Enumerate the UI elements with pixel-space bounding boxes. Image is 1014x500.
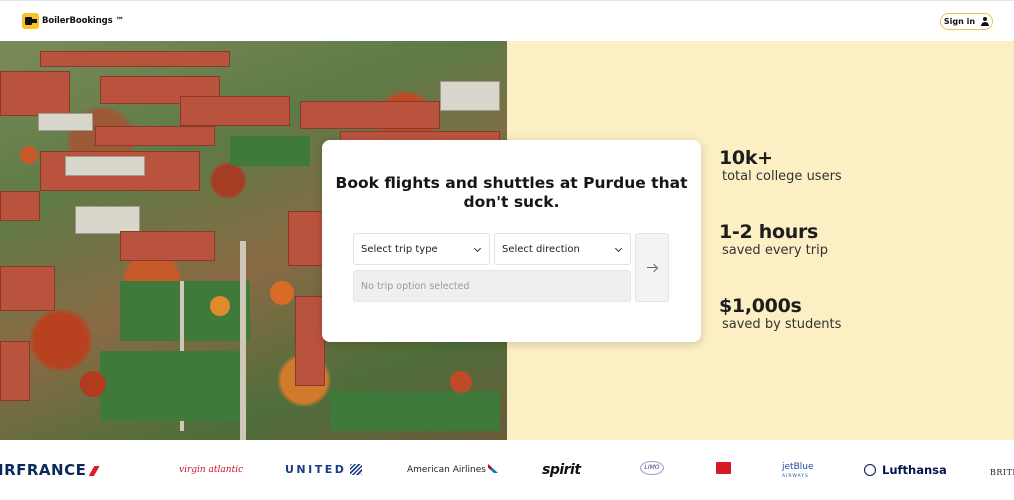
logo-icon: [22, 13, 39, 29]
trip-type-select[interactable]: Select trip type: [353, 233, 490, 265]
airline-partners-strip: IRFRANCE virgin atlantic UNITED American…: [0, 440, 1014, 500]
lufthansa-logo: Lufthansa: [864, 462, 947, 478]
user-icon: [981, 17, 990, 26]
top-nav: BoilerBookings ™ Sign in: [0, 0, 1014, 41]
airfrance-logo: IRFRANCE: [0, 462, 102, 478]
brand-logo[interactable]: BoilerBookings ™: [22, 13, 124, 29]
booking-card: Book flights and shuttles at Purdue that…: [322, 140, 701, 342]
stat-value: 10k+: [719, 147, 773, 169]
direction-value: Select direction: [502, 243, 580, 255]
sign-in-button[interactable]: Sign in: [940, 13, 993, 30]
jetblue-logo: jetBlue AIRWAYS: [782, 462, 814, 479]
sign-in-label: Sign in: [943, 17, 976, 26]
stat-value: $1,000s: [719, 295, 802, 317]
stat-label: total college users: [722, 169, 842, 184]
stat-users: 10k+ total college users: [719, 147, 842, 185]
stat-label: saved by students: [722, 317, 842, 332]
direction-select[interactable]: Select direction: [494, 233, 631, 265]
united-logo: UNITED: [285, 462, 363, 478]
chevron-down-icon: [473, 244, 482, 253]
brand-name: BoilerBookings ™: [42, 16, 124, 26]
search-submit-button[interactable]: [635, 233, 669, 302]
arrow-right-icon: [647, 264, 657, 272]
limo-logo: LIMO: [640, 461, 664, 475]
emirates-logo: [716, 462, 731, 474]
stat-money-saved: $1,000s saved by students: [719, 295, 841, 333]
booking-title: Book flights and shuttles at Purdue that…: [335, 174, 688, 211]
spirit-logo: spirit: [542, 462, 581, 478]
american-airlines-logo: American Airlines: [407, 462, 498, 478]
chevron-down-icon: [614, 244, 623, 253]
hero-section: Book flights and shuttles at Purdue that…: [0, 41, 1014, 440]
trip-type-value: Select trip type: [361, 243, 438, 255]
trip-option-field[interactable]: No trip option selected: [353, 270, 631, 302]
virgin-atlantic-logo: virgin atlantic: [179, 465, 244, 475]
stat-label: saved every trip: [722, 243, 828, 258]
stat-value: 1-2 hours: [719, 221, 819, 243]
british-airways-logo: BRITIS: [990, 468, 1014, 477]
stat-time-saved: 1-2 hours saved every trip: [719, 221, 828, 259]
